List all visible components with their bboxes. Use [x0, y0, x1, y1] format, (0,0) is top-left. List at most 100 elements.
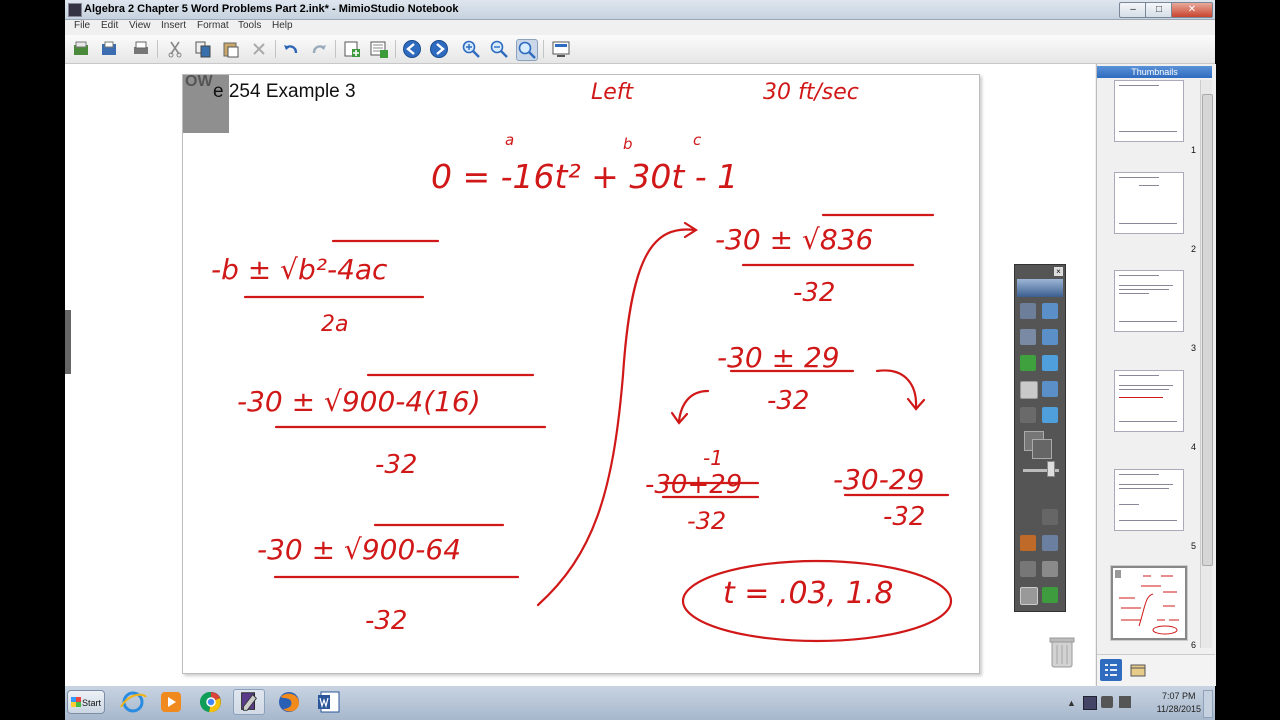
app-icon: [68, 3, 82, 17]
menu-insert[interactable]: Insert: [161, 20, 186, 31]
ink-formula-bottom: 2a: [321, 312, 348, 337]
cut-icon[interactable]: [165, 39, 185, 59]
check-tool-icon[interactable]: [1020, 355, 1036, 371]
media-player-icon[interactable]: [155, 689, 187, 715]
ink-right-case-bottom: -32: [883, 502, 925, 532]
thumbnail-number: 5: [1191, 541, 1197, 551]
thumbnail-page[interactable]: [1114, 80, 1184, 142]
maximize-button[interactable]: □: [1145, 2, 1173, 18]
menu-format[interactable]: Format: [197, 20, 229, 31]
tray-expand-icon[interactable]: ▲: [1067, 698, 1076, 708]
page-side-handle[interactable]: [65, 310, 71, 374]
ie-icon[interactable]: [117, 689, 149, 715]
trash-icon[interactable]: [1048, 635, 1076, 669]
shape-tool-icon[interactable]: [1042, 407, 1058, 423]
line-width-thumb[interactable]: [1047, 461, 1055, 477]
record-tool-icon[interactable]: [1020, 535, 1036, 551]
minimize-button[interactable]: –: [1119, 2, 1147, 18]
zoom-out-icon[interactable]: [489, 39, 509, 59]
title-bar[interactable]: Algebra 2 Chapter 5 Word Problems Part 2…: [65, 0, 1215, 20]
copy-icon[interactable]: [193, 39, 213, 59]
chrome-icon[interactable]: [195, 689, 227, 715]
thumbnail-view-icon[interactable]: [1100, 659, 1122, 681]
launch-tool-icon[interactable]: [1020, 587, 1038, 605]
ink-left-case-note: -1: [703, 446, 723, 470]
text-tool-icon[interactable]: [1042, 303, 1058, 319]
zoom-fit-icon[interactable]: [516, 39, 538, 61]
notebook-page[interactable]: OW e 254 Example 3 Left 30 ft/sec a b c …: [182, 73, 980, 674]
select-tool-icon[interactable]: [1020, 303, 1036, 319]
thumbnail-page[interactable]: [1114, 270, 1184, 332]
screen-icon[interactable]: [551, 39, 571, 59]
show-desktop-button[interactable]: [1203, 690, 1213, 718]
tray-volume-icon[interactable]: [1119, 696, 1131, 708]
ink-speed-label: 30 ft/sec: [763, 80, 859, 105]
calculator-tool-icon[interactable]: [1020, 561, 1036, 577]
gallery-tool-icon[interactable]: [1042, 561, 1058, 577]
add-page-icon[interactable]: [342, 39, 362, 59]
ink-arrow-curve: [536, 228, 697, 607]
pen-tool-icon[interactable]: [1020, 329, 1036, 345]
thumbnails-scroll-thumb[interactable]: [1202, 94, 1213, 566]
thumbnail-number: 4: [1191, 442, 1197, 452]
menu-file[interactable]: File: [74, 20, 90, 31]
paste-icon[interactable]: [221, 39, 241, 59]
delete-icon[interactable]: [249, 39, 269, 59]
clock[interactable]: 7:07 PM 11/28/2015: [1157, 690, 1201, 716]
reveal-tool-icon[interactable]: [1042, 535, 1058, 551]
ink-step1-top: -30 ± √900-4(16): [237, 385, 481, 418]
tray-flag-icon[interactable]: [1083, 696, 1097, 710]
redo-icon[interactable]: [309, 39, 329, 59]
ink-equation: 0 = -16t² + 30t - 1: [431, 157, 738, 196]
fill-swatch-icon[interactable]: [1032, 439, 1052, 459]
highlighter-tool-icon[interactable]: [1042, 329, 1058, 345]
spotlight-tool-icon[interactable]: [1042, 509, 1058, 525]
ink-step4-bottom: -32: [767, 386, 809, 416]
ink-left-label: Left: [591, 80, 635, 105]
thumbnails-scrollbar[interactable]: [1200, 80, 1213, 648]
start-label: Start: [81, 698, 101, 708]
ink-formula-top: -b ± √b²-4ac: [211, 253, 388, 286]
forward-icon[interactable]: [429, 39, 449, 59]
print-icon[interactable]: [131, 39, 151, 59]
open-icon[interactable]: [99, 39, 119, 59]
gallery-view-icon[interactable]: [1127, 659, 1149, 681]
line-tool-icon[interactable]: [1020, 407, 1036, 423]
thumbnail-number: 2: [1191, 244, 1197, 254]
mimio-icon[interactable]: [233, 689, 265, 715]
menu-tools[interactable]: Tools: [238, 20, 261, 31]
taskbar: Start ▲ 7:07 PM 11/28/2015: [65, 686, 1215, 720]
add-page-alt-icon[interactable]: [369, 39, 389, 59]
menu-edit[interactable]: Edit: [101, 20, 118, 31]
screen-tool-icon[interactable]: [1042, 355, 1058, 371]
eraser-tool-icon[interactable]: [1020, 381, 1038, 399]
ink-answer: t = .03, 1.8: [723, 576, 893, 611]
menu-help[interactable]: Help: [272, 20, 293, 31]
start-button[interactable]: Start: [67, 690, 105, 714]
thumbnail-page[interactable]: [1114, 172, 1184, 234]
back-icon[interactable]: [402, 39, 422, 59]
menu-view[interactable]: View: [129, 20, 151, 31]
thumbnails-header: Thumbnails: [1097, 66, 1212, 78]
undo-icon[interactable]: [281, 39, 301, 59]
close-button[interactable]: ✕: [1171, 2, 1213, 18]
ink-left-case-top: -30+29: [645, 470, 742, 500]
zoom-in-icon[interactable]: [461, 39, 481, 59]
palette-header: [1017, 279, 1063, 297]
floating-tool-palette[interactable]: ×: [1014, 264, 1066, 612]
thumbnail-page[interactable]: [1114, 469, 1184, 531]
tray-network-icon[interactable]: [1101, 696, 1113, 708]
clock-time: 7:07 PM: [1162, 691, 1196, 701]
refresh-tool-icon[interactable]: [1042, 587, 1058, 603]
palette-close-icon[interactable]: ×: [1054, 267, 1063, 276]
notebook-workspace[interactable]: OW e 254 Example 3 Left 30 ft/sec a b c …: [65, 64, 1095, 686]
menu-bar: File Edit View Insert Format Tools Help: [65, 20, 1215, 34]
thumbnail-preview: [1115, 570, 1179, 635]
thumbnail-page-selected[interactable]: [1111, 566, 1187, 640]
new-page-icon[interactable]: [71, 39, 91, 59]
word-icon[interactable]: [313, 689, 345, 715]
firefox-icon[interactable]: [273, 689, 305, 715]
image-tool-icon[interactable]: [1042, 381, 1058, 397]
window-title: Algebra 2 Chapter 5 Word Problems Part 2…: [84, 3, 459, 15]
thumbnail-page[interactable]: [1114, 370, 1184, 432]
